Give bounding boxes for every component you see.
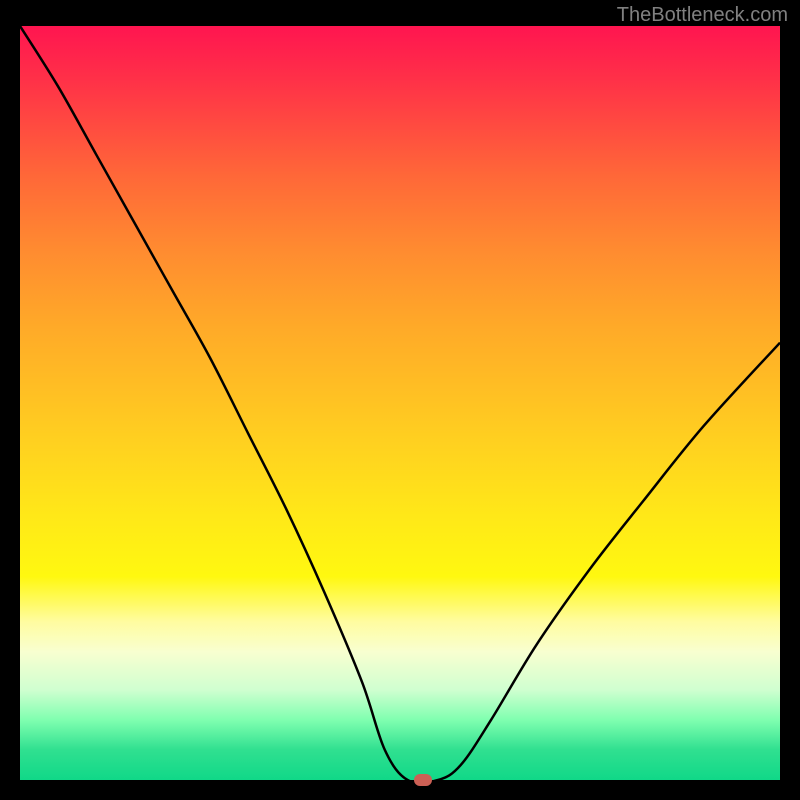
bottleneck-curve — [20, 26, 780, 780]
optimal-point-marker — [414, 774, 432, 786]
watermark-text: TheBottleneck.com — [617, 4, 788, 27]
curve-svg — [20, 26, 780, 780]
plot-area — [20, 26, 780, 780]
chart-container: TheBottleneck.com — [0, 0, 800, 800]
